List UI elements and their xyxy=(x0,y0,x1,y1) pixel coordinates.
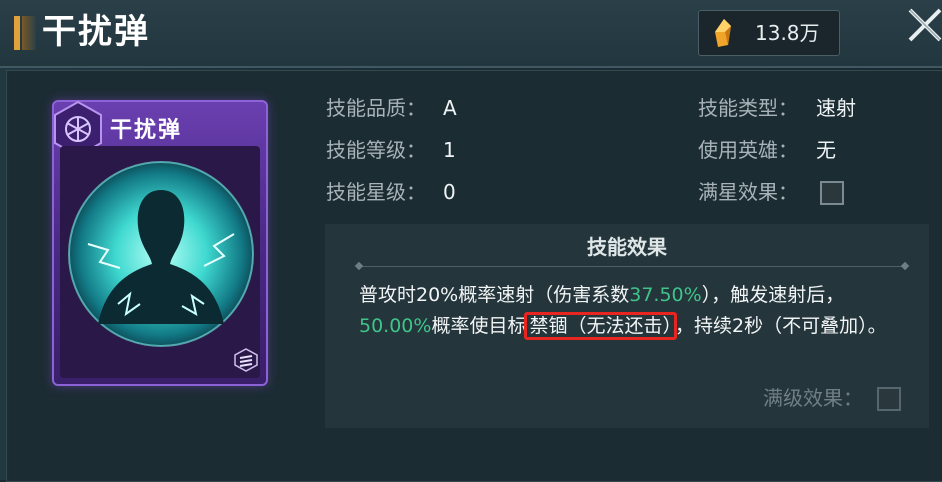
header-accent-gradient xyxy=(22,16,36,50)
close-icon[interactable] xyxy=(900,0,942,52)
currency-display[interactable]: 13.8万 xyxy=(698,10,840,56)
highlighted-effect: 禁锢（无法还击） xyxy=(524,312,677,340)
level-label: 技能等级： xyxy=(326,138,426,162)
fullstar-label: 满星效果： xyxy=(698,180,798,204)
effect-divider xyxy=(359,266,905,267)
header-accent xyxy=(14,16,20,50)
fullstar-checkbox[interactable] xyxy=(820,181,844,205)
effect-text-4: ，持续2秒（不可叠加）。 xyxy=(674,315,887,337)
effect-text-1: 普攻时20%概率速射（伤害系数 xyxy=(359,284,630,306)
page-title: 干扰弹 xyxy=(42,12,150,52)
effect-box: 技能效果 普攻时20%概率速射（伤害系数37.50%），触发速射后， 50.00%… xyxy=(325,224,929,428)
effect-text-2: ），触发速射后， xyxy=(701,284,845,306)
effect-text-3: 概率使目标 xyxy=(431,315,527,337)
type-label: 技能类型： xyxy=(698,96,798,120)
quality-value: A xyxy=(443,96,457,120)
maxlevel-label: 满级效果： xyxy=(763,386,863,410)
crystal-icon xyxy=(715,19,731,47)
card-title: 干扰弹 xyxy=(110,118,183,143)
quality-label: 技能品质： xyxy=(326,96,426,120)
effect-description: 普攻时20%概率速射（伤害系数37.50%），触发速射后， 50.00%概率使目标… xyxy=(359,280,909,342)
effect-title: 技能效果 xyxy=(587,235,667,259)
star-value: 0 xyxy=(443,180,456,204)
divider-end-left xyxy=(354,261,364,271)
skill-card: 干扰弹 xyxy=(52,100,268,386)
stripe-badge-icon xyxy=(234,348,258,372)
divider-end-right xyxy=(900,261,910,271)
coefficient-value: 37.50% xyxy=(629,284,702,306)
type-value: 速射 xyxy=(816,96,856,120)
silhouette-lightning-art xyxy=(68,161,254,347)
probability-value: 50.00% xyxy=(359,315,432,337)
star-label: 技能星级： xyxy=(326,180,426,204)
currency-amount: 13.8万 xyxy=(755,21,820,45)
hero-value: 无 xyxy=(816,138,836,162)
header-bar: 干扰弹 13.8万 xyxy=(0,0,942,68)
hero-label: 使用英雄： xyxy=(698,138,798,162)
maxlevel-checkbox[interactable] xyxy=(877,387,901,411)
level-value: 1 xyxy=(443,138,456,162)
